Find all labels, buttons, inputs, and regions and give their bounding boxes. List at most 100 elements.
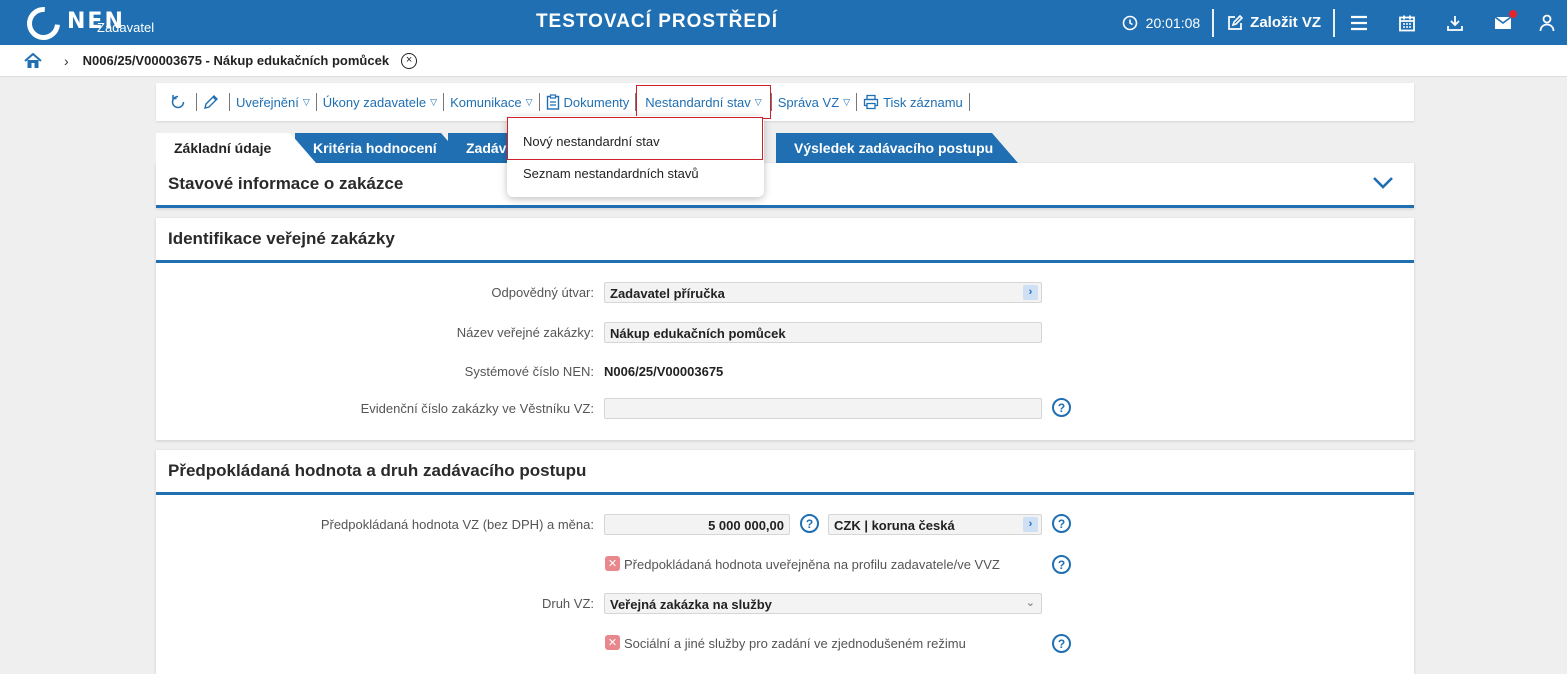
chevron-right-icon: ›: [64, 52, 69, 69]
name-value: Nákup edukačních pomůcek: [610, 326, 786, 341]
help-icon[interactable]: ?: [1052, 398, 1071, 417]
edit-button[interactable]: [197, 83, 229, 121]
nonstandard-dropdown: Nový nestandardní stav Seznam nestandard…: [507, 116, 764, 197]
edit-square-icon: [1228, 14, 1244, 30]
chevron-down-icon[interactable]: [1372, 176, 1394, 190]
sysno-label: Systémové číslo NEN:: [464, 364, 594, 379]
messages-button[interactable]: [1479, 0, 1527, 45]
identification-section-title: Identifikace veřejné zakázky: [168, 229, 395, 248]
refresh-button[interactable]: [164, 83, 196, 121]
tab-basic-info[interactable]: Základní údaje: [156, 133, 316, 163]
breadcrumb: › N006/25/V00003675 - Nákup edukačních p…: [0, 45, 1567, 77]
menu-nonstandard[interactable]: Nestandardní stav ▽: [636, 85, 771, 119]
menu-management[interactable]: Správa VZ ▽: [772, 83, 856, 121]
refresh-icon: [171, 95, 185, 109]
menu-print[interactable]: Tisk záznamu: [857, 83, 969, 121]
clipboard-icon: [546, 94, 559, 110]
identification-section-header: Identifikace veřejné zakázky: [156, 218, 1414, 263]
menu-publish[interactable]: Uveřejnění ▽: [230, 83, 316, 121]
menu-management-label: Správa VZ: [777, 94, 840, 110]
dropdown-item-new-state[interactable]: Nový nestandardní stav: [523, 134, 660, 149]
caret-down-icon: ▽: [754, 96, 762, 107]
sysno-value: N006/25/V00003675: [604, 364, 724, 379]
kind-row: Druh VZ: Veřejná zakázka na služby ⌄: [156, 593, 1414, 615]
download-icon: [1447, 15, 1463, 31]
user-button[interactable]: [1527, 0, 1567, 45]
help-icon[interactable]: ?: [800, 514, 819, 533]
envelope-icon: [1494, 15, 1512, 29]
status-section-header[interactable]: Stavové informace o zakázce: [156, 163, 1414, 208]
name-label: Název veřejné zakázky:: [456, 325, 594, 340]
journal-field[interactable]: [604, 398, 1042, 419]
tab-criteria-label: Kritéria hodnocení: [313, 140, 437, 156]
amount-value: 5 000 000,00: [708, 518, 784, 533]
printer-icon: [863, 94, 879, 110]
status-section-title: Stavové informace o zakázce: [168, 174, 404, 193]
kind-select[interactable]: Veřejná zakázka na služby ⌄: [604, 593, 1042, 614]
unit-label: Odpovědný útvar:: [491, 285, 594, 300]
help-icon[interactable]: ?: [1052, 634, 1071, 653]
identification-section: Identifikace veřejné zakázky Odpovědný ú…: [156, 218, 1414, 440]
dropdown-item-state-list[interactable]: Seznam nestandardních stavů: [523, 166, 699, 181]
unit-field[interactable]: Zadavatel příručka ›: [604, 282, 1042, 303]
tab-result-label: Výsledek zadávacího postupu: [794, 140, 994, 156]
status-section: Stavové informace o zakázce: [156, 163, 1414, 208]
breadcrumb-current[interactable]: N006/25/V00003675 - Nákup edukačních pom…: [83, 53, 389, 68]
menu-communication-label: Komunikace: [450, 94, 522, 110]
tab-criteria[interactable]: Kritéria hodnocení: [295, 133, 467, 163]
top-header: NEN Zadavatel TESTOVACÍ PROSTŘEDÍ 20:01:…: [0, 0, 1567, 47]
divider: [1212, 8, 1215, 37]
create-vz-label: Založit VZ: [1250, 14, 1321, 31]
chevron-down-icon: ⌄: [1025, 597, 1035, 609]
journal-row: Evidenční číslo zakázky ve Věstníku VZ: …: [156, 398, 1414, 420]
currency-value: CZK | koruna česká: [834, 518, 955, 533]
caret-down-icon: ▽: [525, 96, 533, 107]
user-icon: [1539, 14, 1555, 31]
value-section-title: Předpokládaná hodnota a druh zadávacího …: [168, 461, 587, 480]
name-field[interactable]: Nákup edukačních pomůcek: [604, 322, 1042, 343]
environment-title: TESTOVACÍ PROSTŘEDÍ: [535, 11, 779, 32]
amount-label: Předpokládaná hodnota VZ (bez DPH) a měn…: [320, 517, 594, 532]
social-row: ✕ Sociální a jiné služby pro zadání ve z…: [156, 633, 1414, 655]
header-actions: 20:01:08 Založit VZ: [1122, 0, 1567, 45]
calendar-button[interactable]: [1383, 0, 1431, 45]
hamburger-icon: [1351, 15, 1367, 30]
sysno-row: Systémové číslo NEN: N006/25/V00003675: [156, 361, 1414, 383]
close-icon[interactable]: ×: [401, 52, 418, 69]
clock-time: 20:01:08: [1145, 14, 1201, 31]
amount-field[interactable]: 5 000 000,00: [604, 514, 790, 535]
currency-field[interactable]: CZK | koruna česká ›: [828, 514, 1042, 535]
action-toolbar: Uveřejnění ▽ Úkony zadavatele ▽ Komunikace…: [156, 83, 1414, 121]
menu-acts[interactable]: Úkony zadavatele ▽: [317, 83, 443, 121]
home-icon[interactable]: [24, 52, 42, 69]
unchecked-x-icon[interactable]: ✕: [605, 635, 620, 650]
tab-result[interactable]: Výsledek zadávacího postupu: [776, 133, 1018, 163]
notification-dot: [1509, 10, 1517, 18]
kind-value: Veřejná zakázka na služby: [610, 597, 772, 612]
kind-label: Druh VZ:: [541, 596, 594, 611]
help-icon[interactable]: ?: [1052, 555, 1071, 574]
pencil-icon: [204, 95, 218, 109]
amount-row: Předpokládaná hodnota VZ (bez DPH) a měn…: [156, 514, 1414, 536]
calendar-icon: [1399, 15, 1415, 31]
menu-nonstandard-label: Nestandardní stav: [645, 94, 751, 110]
unchecked-x-icon[interactable]: ✕: [605, 556, 620, 571]
menu-publish-label: Uveřejnění: [236, 94, 299, 110]
help-icon[interactable]: ?: [1052, 514, 1071, 533]
menu-acts-label: Úkony zadavatele: [322, 94, 427, 110]
menu-documents-label: Dokumenty: [563, 94, 630, 110]
session-clock: 20:01:08: [1122, 15, 1213, 31]
download-button[interactable]: [1431, 0, 1479, 45]
chevron-right-icon[interactable]: ›: [1023, 285, 1038, 300]
caret-down-icon: ▽: [302, 96, 310, 107]
tab-basic-info-label: Základní údaje: [174, 140, 272, 156]
published-row: ✕ Předpokládaná hodnota uveřejněna na pr…: [156, 554, 1414, 576]
create-vz-button[interactable]: Založit VZ: [1214, 14, 1333, 32]
published-label: Předpokládaná hodnota uveřejněna na prof…: [624, 557, 1000, 572]
unit-value: Zadavatel příručka: [610, 286, 725, 301]
chevron-right-icon[interactable]: ›: [1023, 517, 1038, 532]
toolbar-divider: [968, 93, 970, 111]
menu-button[interactable]: [1335, 0, 1383, 45]
clock-icon: [1122, 15, 1137, 30]
caret-down-icon: ▽: [843, 96, 851, 107]
